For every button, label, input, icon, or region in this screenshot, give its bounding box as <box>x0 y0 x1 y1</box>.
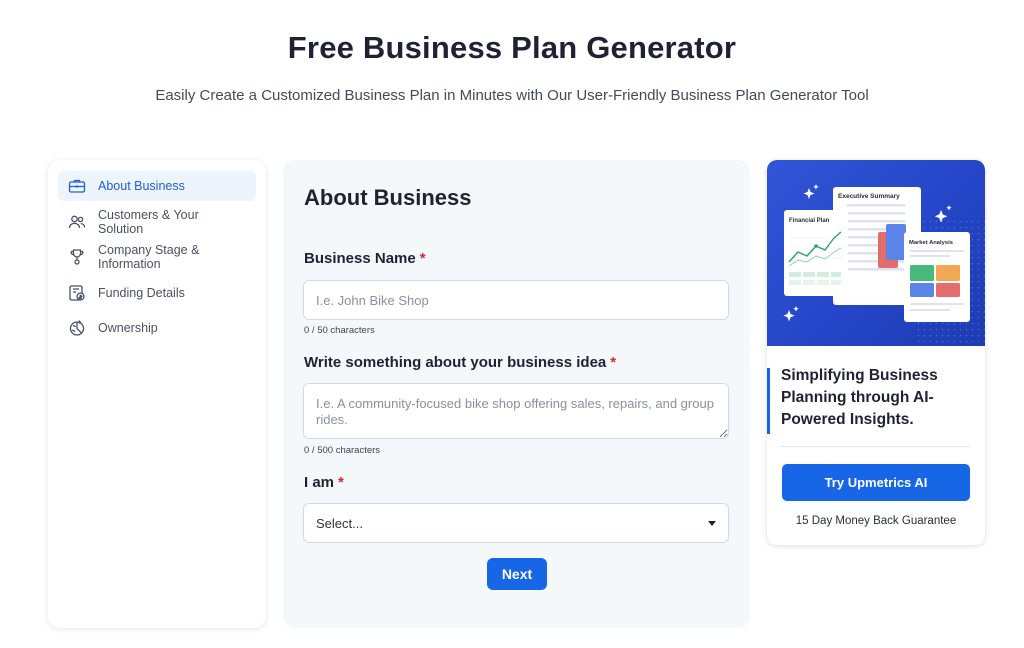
market-analysis-label: Market Analysis <box>909 240 953 246</box>
sidebar-item-company-stage[interactable]: Company Stage & Information <box>58 242 256 272</box>
promo-divider <box>781 446 970 447</box>
business-name-label: Business Name * <box>304 250 426 267</box>
sidebar-item-ownership[interactable]: Ownership <box>58 313 256 343</box>
business-name-counter: 0 / 50 characters <box>304 325 375 336</box>
business-name-label-text: Business Name <box>304 250 416 267</box>
report-documents-illustration: Executive Summary Financial Plan Market … <box>783 184 985 346</box>
sidebar-item-label: Customers & Your Solution <box>98 207 199 236</box>
business-name-input[interactable] <box>303 280 729 320</box>
funding-icon <box>68 284 86 302</box>
promo-illustration: Executive Summary Financial Plan Market … <box>767 160 985 346</box>
business-idea-label-text: Write something about your business idea <box>304 354 607 371</box>
trophy-icon <box>68 248 86 266</box>
sidebar-item-funding-details[interactable]: Funding Details <box>58 278 256 308</box>
page-subtitle: Easily Create a Customized Business Plan… <box>155 87 869 104</box>
sidebar-item-label: Funding Details <box>98 285 185 300</box>
required-marker: * <box>419 250 426 267</box>
promo-card: Executive Summary Financial Plan Market … <box>767 160 985 545</box>
business-idea-label: Write something about your business idea… <box>304 354 616 371</box>
sidebar-item-label: About Business <box>98 179 185 193</box>
sidebar-item-label: Ownership <box>98 321 158 336</box>
caret-down-icon <box>708 520 716 526</box>
financial-plan-label: Financial Plan <box>789 218 830 224</box>
i-am-label-text: I am <box>304 474 335 491</box>
users-icon <box>68 213 86 231</box>
executive-summary-label: Executive Summary <box>838 193 900 200</box>
i-am-label: I am * <box>304 474 344 491</box>
sidebar-item-label: Company Stage & Information <box>98 243 200 272</box>
briefcase-icon <box>68 177 86 195</box>
sidebar: About Business Customers & Your Solution… <box>48 160 266 628</box>
try-upmetrics-ai-button[interactable]: Try Upmetrics AI <box>782 464 970 501</box>
ownership-icon <box>68 319 86 337</box>
promo-heading: Simplifying Business Planning through AI… <box>781 367 938 428</box>
sidebar-item-about-business[interactable]: About Business <box>58 171 256 201</box>
required-marker: * <box>338 474 344 491</box>
i-am-selected-value: Select... <box>316 515 363 531</box>
required-marker: * <box>610 354 617 371</box>
business-idea-counter: 0 / 500 characters <box>304 445 381 456</box>
promo-accent-bar <box>767 368 770 434</box>
form-title: About Business <box>304 185 472 210</box>
i-am-select[interactable]: Select... <box>303 503 729 543</box>
sidebar-item-customers[interactable]: Customers & Your Solution <box>58 207 256 237</box>
business-idea-textarea[interactable] <box>303 383 729 439</box>
form-panel: About Business Business Name* 0 / 50 cha… <box>283 160 750 628</box>
next-button[interactable]: Next <box>487 558 547 590</box>
money-back-guarantee: 15 Day Money Back Guarantee <box>795 515 957 527</box>
page-title: Free Business Plan Generator <box>287 30 737 65</box>
